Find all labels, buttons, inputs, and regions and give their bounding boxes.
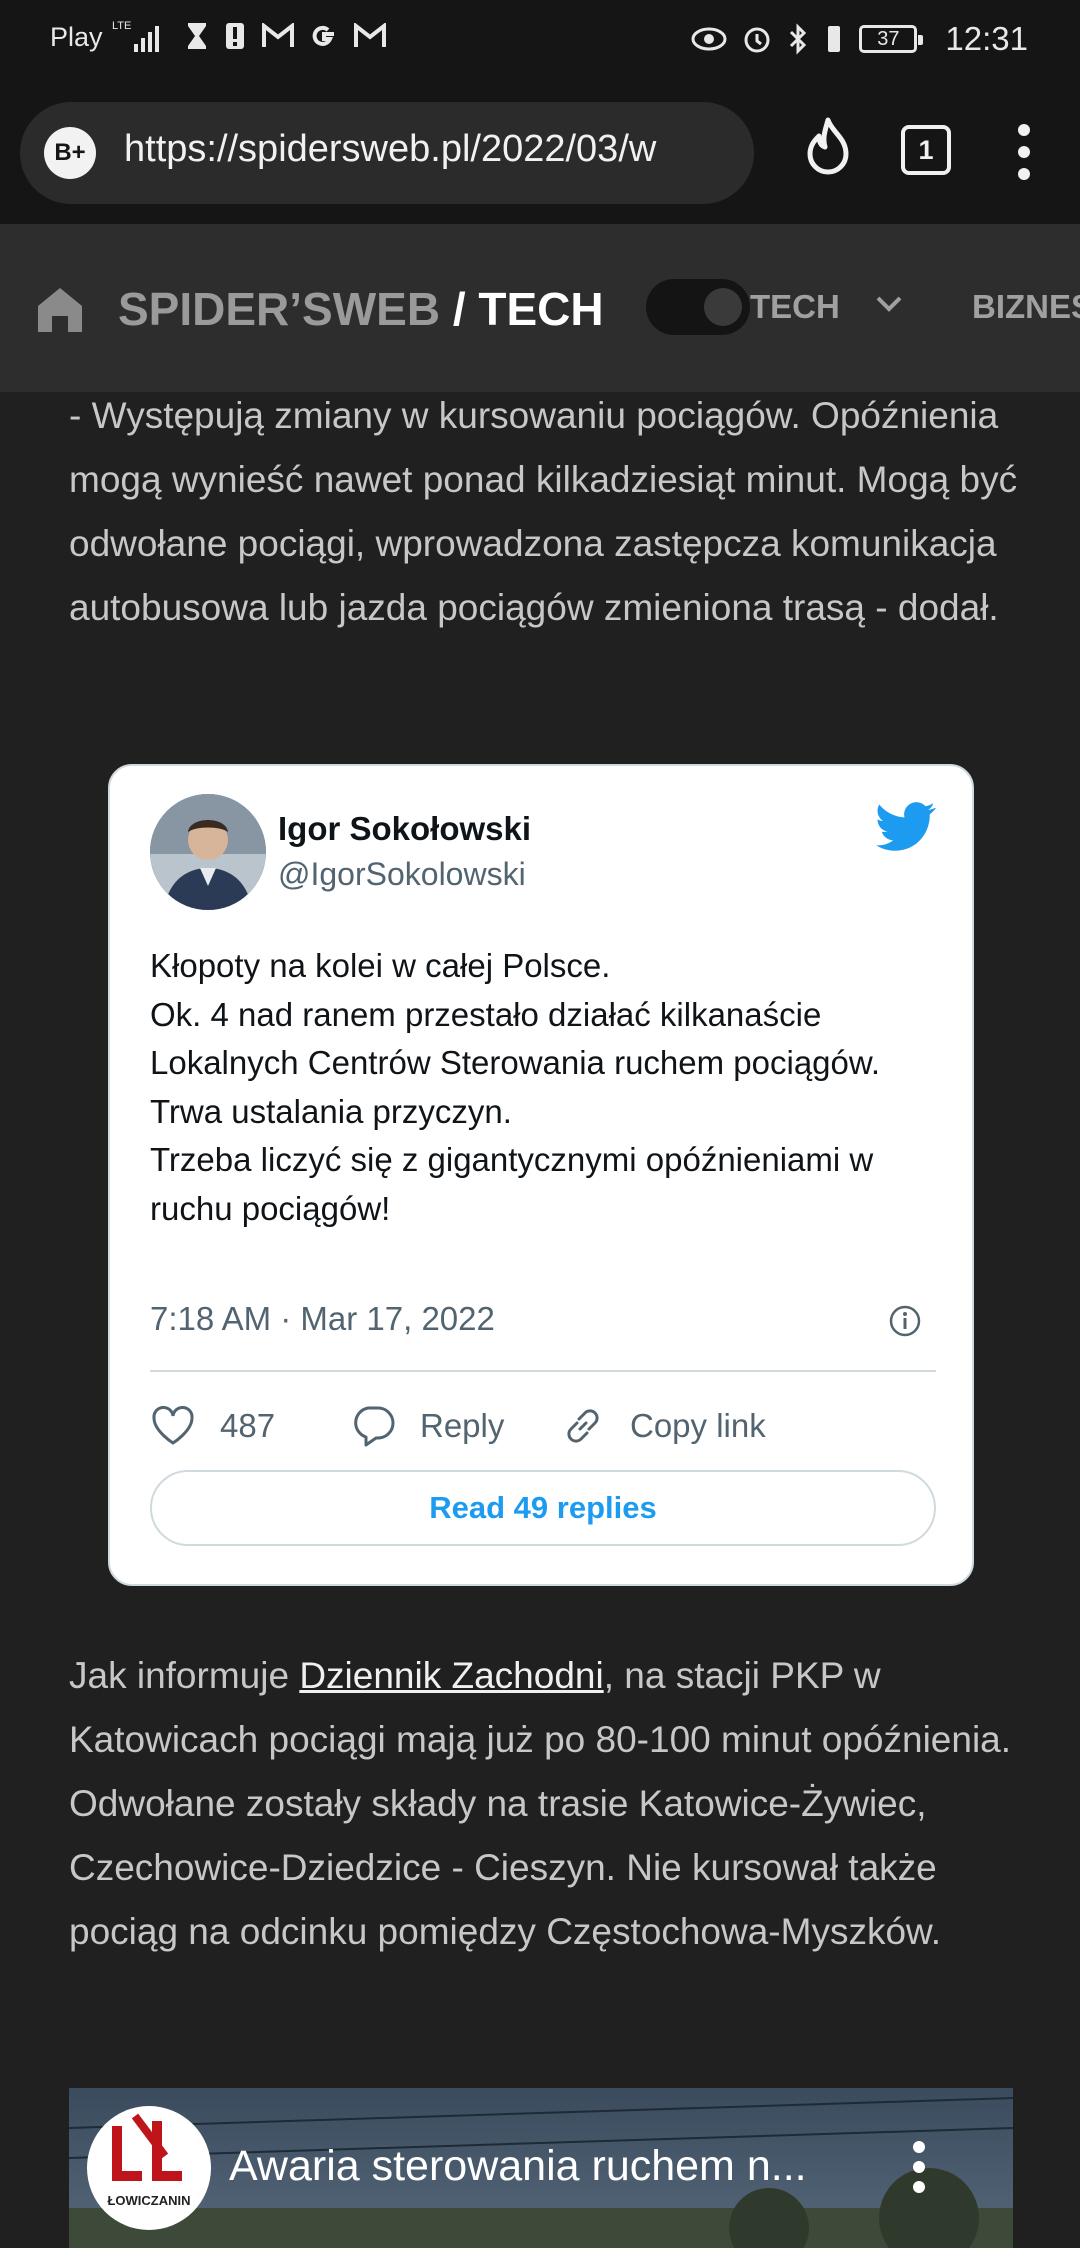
alert-icon — [226, 23, 244, 49]
tweet-line: Ok. 4 nad ranem przestało działać kilkan… — [150, 995, 881, 1082]
reply-bubble-icon — [354, 1406, 395, 1447]
gmail-icon — [262, 23, 294, 47]
vibrate-icon — [828, 26, 841, 52]
svg-text:LTE: LTE — [112, 20, 131, 32]
status-icons-left: LTE — [112, 18, 386, 54]
like-button[interactable]: 487 — [150, 1396, 275, 1456]
paragraph-text: Jak informuje — [69, 1655, 300, 1696]
eye-icon — [691, 27, 727, 51]
like-count: 487 — [220, 1407, 276, 1444]
reply-button[interactable]: Reply — [350, 1396, 504, 1456]
site-security-badge[interactable]: B+ — [44, 127, 96, 179]
status-icons-right: 37 12:31 — [691, 20, 1028, 58]
video-embed[interactable]: ŁOWICZANIN Awaria sterowania ruchem n... — [69, 2088, 1013, 2248]
status-bar: Play LTE 37 12:31 — [0, 0, 1080, 80]
status-clock: 12:31 — [945, 20, 1028, 57]
avatar[interactable] — [150, 794, 266, 910]
more-vert-icon[interactable] — [1010, 124, 1038, 180]
video-title[interactable]: Awaria sterowania ruchem n... — [229, 2142, 807, 2191]
channel-logo[interactable]: ŁOWICZANIN — [87, 2106, 211, 2230]
nav-section-biznes[interactable]: BIZNES — [972, 288, 1080, 326]
dark-mode-toggle[interactable] — [646, 279, 750, 335]
tweet-line: Trzeba liczyć się z gigantycznymi opóźni… — [150, 1141, 874, 1227]
tweet-timestamp[interactable]: 7:18 AM · Mar 17, 2022 — [150, 1300, 495, 1338]
logo-section: TECH — [478, 283, 604, 335]
link-icon — [567, 1409, 599, 1443]
tweet-author-name[interactable]: Igor Sokołowski — [278, 810, 531, 848]
site-logo[interactable]: SPIDER’SWEB / TECH — [118, 282, 604, 336]
logo-brand: SPIDER’SWEB — [118, 283, 441, 335]
read-replies-button[interactable]: Read 49 replies — [150, 1470, 936, 1546]
fire-icon[interactable] — [803, 116, 853, 176]
site-header: SPIDER’SWEB / TECH TECH BIZNES — [0, 224, 1080, 392]
paragraph-text: , na stacji PKP w Katowicach pociągi maj… — [69, 1655, 1012, 1952]
source-link[interactable]: Dziennik Zachodni — [299, 1655, 603, 1696]
alarm-icon — [744, 27, 770, 53]
article-paragraph: - Występują zmiany w kursowaniu pociągów… — [69, 395, 1018, 628]
address-bar[interactable]: B+ https://spidersweb.pl/2022/03/w — [20, 102, 754, 204]
battery-indicator: 37 — [859, 25, 924, 53]
tweet-embed[interactable]: Igor Sokołowski @IgorSokolowski Kłopoty … — [108, 764, 974, 1586]
tab-switcher-button[interactable]: 1 — [901, 125, 951, 175]
twitter-bird-icon[interactable] — [876, 802, 936, 852]
info-icon[interactable] — [888, 1304, 922, 1338]
lte-signal-icon: LTE — [112, 20, 159, 52]
article-paragraph: Jak informuje Dziennik Zachodni, na stac… — [69, 1644, 1029, 1964]
logo-separator: / — [440, 283, 479, 335]
gmail-icon-2 — [354, 23, 386, 47]
copy-link-button[interactable]: Copy link — [560, 1396, 766, 1456]
more-vert-icon[interactable] — [909, 2140, 929, 2194]
tweet-line: Trwa ustalania przyczyn. — [150, 1092, 512, 1130]
carrier-name: Play — [50, 22, 103, 52]
tweet-author-handle[interactable]: @IgorSokolowski — [278, 856, 526, 893]
reply-label: Reply — [420, 1407, 505, 1444]
nav-section-tech[interactable]: TECH — [750, 288, 840, 326]
channel-logo-mark — [112, 2113, 182, 2181]
url-text[interactable]: https://spidersweb.pl/2022/03/w — [124, 128, 738, 171]
tweet-line: Kłopoty na kolei w całej Polsce. — [150, 947, 611, 984]
home-icon[interactable] — [34, 284, 86, 334]
copy-link-label: Copy link — [630, 1407, 766, 1444]
heart-icon — [152, 1406, 194, 1445]
divider — [150, 1370, 936, 1372]
avatar-image — [150, 794, 266, 910]
bluetooth-icon — [790, 23, 807, 55]
hourglass-icon — [188, 23, 206, 49]
tweet-actions: 487 Reply Copy link — [150, 1396, 936, 1456]
tweet-text: Kłopoty na kolei w całej Polsce. Ok. 4 n… — [150, 942, 950, 1233]
browser-toolbar: B+ https://spidersweb.pl/2022/03/w 1 — [0, 80, 1080, 224]
chevron-down-icon[interactable] — [874, 294, 904, 314]
google-icon — [312, 25, 334, 46]
